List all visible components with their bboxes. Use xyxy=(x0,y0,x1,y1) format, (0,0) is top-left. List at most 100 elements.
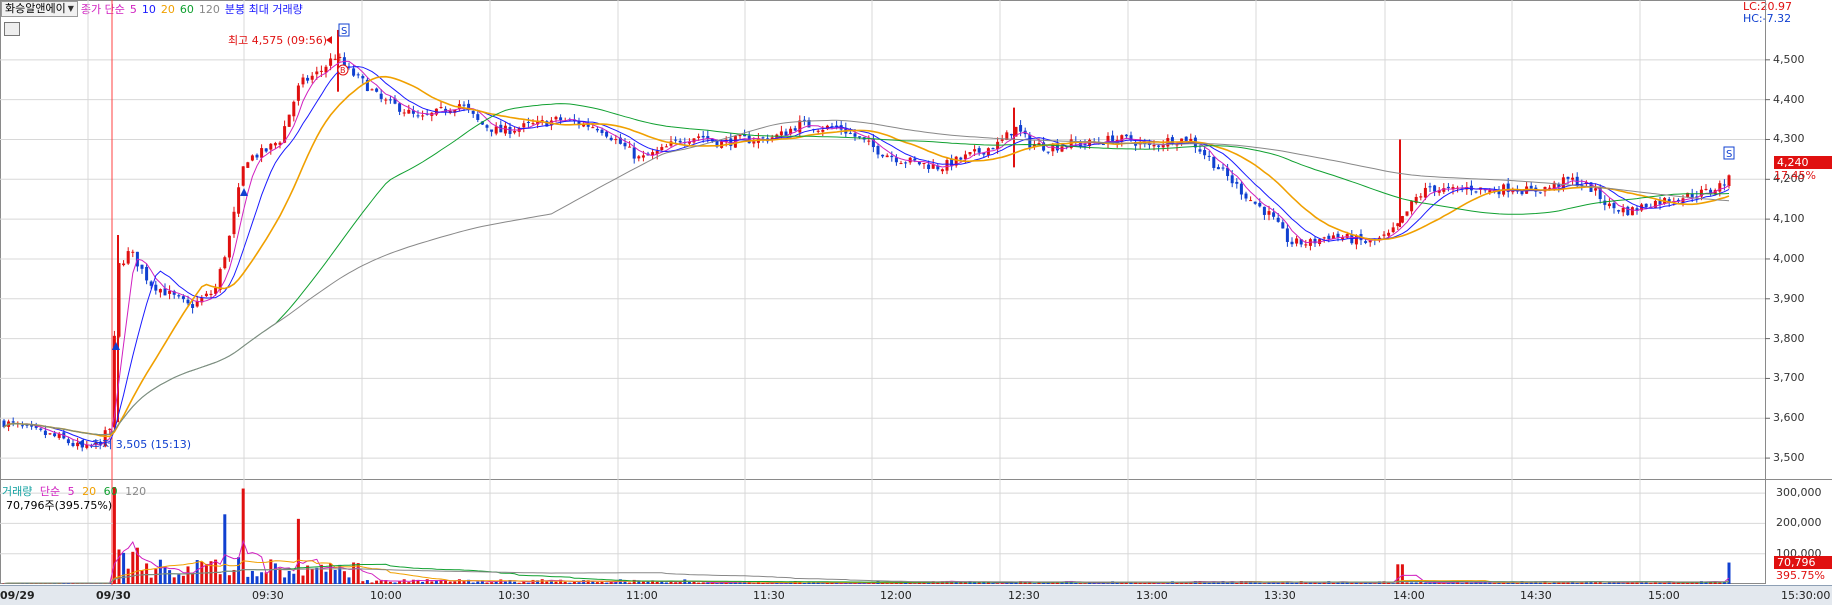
volume-bar xyxy=(453,581,456,584)
candle-body xyxy=(1272,212,1275,216)
volume-bar xyxy=(545,582,548,584)
candle-body xyxy=(1383,235,1386,236)
volume-bar xyxy=(752,583,755,584)
volume-bar xyxy=(826,583,829,584)
candle-body xyxy=(292,102,295,116)
volume-bar xyxy=(1074,583,1077,584)
volume-bar xyxy=(656,582,659,584)
volume-bar xyxy=(366,580,369,584)
candle-body xyxy=(1235,182,1238,184)
volume-bar xyxy=(375,581,378,584)
candle-body xyxy=(817,131,820,132)
candle-body xyxy=(1429,186,1432,187)
volume-bar xyxy=(927,583,930,584)
volume-bar xyxy=(596,582,599,584)
candle-body xyxy=(1433,185,1436,191)
candle-body xyxy=(959,158,962,160)
candle-body xyxy=(1705,189,1708,190)
candle-body xyxy=(302,78,305,85)
volume-bar xyxy=(302,576,305,584)
volume-bar xyxy=(1355,583,1358,584)
volume-bar xyxy=(164,566,167,584)
ma-line-20 xyxy=(4,77,1729,437)
price-tick-label: 3,600 xyxy=(1773,411,1805,424)
time-tick-label: 11:30 xyxy=(753,589,785,602)
volume-bar xyxy=(334,570,337,584)
volume-bar xyxy=(564,582,567,584)
candle-body xyxy=(58,434,61,438)
candle-body xyxy=(288,115,291,127)
candle-body xyxy=(440,107,443,108)
volume-bar xyxy=(821,583,824,584)
candle-body xyxy=(127,251,130,264)
candle-body xyxy=(1245,194,1248,199)
candle-body xyxy=(877,146,880,154)
candle-body xyxy=(1212,157,1215,168)
candle-body xyxy=(311,76,314,80)
candle-body xyxy=(472,111,475,114)
volume-bar xyxy=(1143,583,1146,584)
vol-ma120-label[interactable]: 120 xyxy=(125,485,146,498)
candle-body xyxy=(513,131,516,133)
candle-body xyxy=(522,123,525,127)
candle-body xyxy=(642,155,645,157)
volume-bar xyxy=(541,579,544,584)
candle-body xyxy=(881,155,884,157)
candle-body xyxy=(1304,244,1307,245)
candle-body xyxy=(1539,192,1542,193)
volume-bar xyxy=(421,582,424,584)
candle-body xyxy=(421,115,424,116)
volume-bar xyxy=(1406,583,1409,584)
candle-body xyxy=(886,156,889,158)
candle-body xyxy=(591,127,594,128)
current-price-tag: 4,240 xyxy=(1774,156,1832,169)
candle-body xyxy=(384,100,387,101)
time-tick-label: 09:30 xyxy=(252,589,284,602)
volume-bar xyxy=(1470,583,1473,584)
candle-body xyxy=(1571,178,1574,180)
candle-body xyxy=(1396,223,1399,226)
candle-body xyxy=(1728,175,1731,186)
volume-bar xyxy=(228,575,231,584)
candle-body xyxy=(969,152,972,154)
candle-body xyxy=(739,135,742,136)
volume-bar xyxy=(219,574,222,584)
price-volume-chart[interactable]: SSB xyxy=(0,0,1832,604)
candle-body xyxy=(375,89,378,92)
signal-s-text: S xyxy=(1726,149,1732,160)
volume-bar xyxy=(1392,583,1395,584)
candle-body xyxy=(1222,168,1225,169)
candle-body xyxy=(1001,140,1004,141)
candle-body xyxy=(941,169,944,171)
volume-bar xyxy=(122,553,125,584)
candle-body xyxy=(210,294,213,295)
candle-body xyxy=(1475,191,1478,192)
candle-body xyxy=(752,142,755,144)
candle-body xyxy=(1645,204,1648,207)
candle-body xyxy=(1295,238,1298,243)
time-tick-label: 12:00 xyxy=(880,589,912,602)
volume-bar xyxy=(306,566,309,584)
candle-body xyxy=(798,120,801,132)
candle-body xyxy=(628,147,631,148)
candle-body xyxy=(380,94,383,99)
candle-body xyxy=(389,99,392,100)
candle-body xyxy=(131,252,134,253)
volume-bar xyxy=(1360,583,1363,584)
candle-body xyxy=(223,257,226,268)
volume-bar xyxy=(697,583,700,584)
candle-body xyxy=(1051,145,1054,151)
candle-body xyxy=(256,155,259,158)
candle-body xyxy=(596,129,599,130)
price-tick-label: 4,000 xyxy=(1773,252,1805,265)
volume-bar xyxy=(430,581,433,584)
candle-body xyxy=(187,300,190,304)
volume-bar xyxy=(177,575,180,584)
volume-bar xyxy=(256,576,259,584)
volume-bar xyxy=(1649,583,1652,584)
volume-bar xyxy=(1139,583,1142,584)
candle-body xyxy=(1327,236,1330,239)
candle-body xyxy=(665,146,668,147)
candle-body xyxy=(1208,156,1211,157)
candle-body xyxy=(44,431,47,435)
